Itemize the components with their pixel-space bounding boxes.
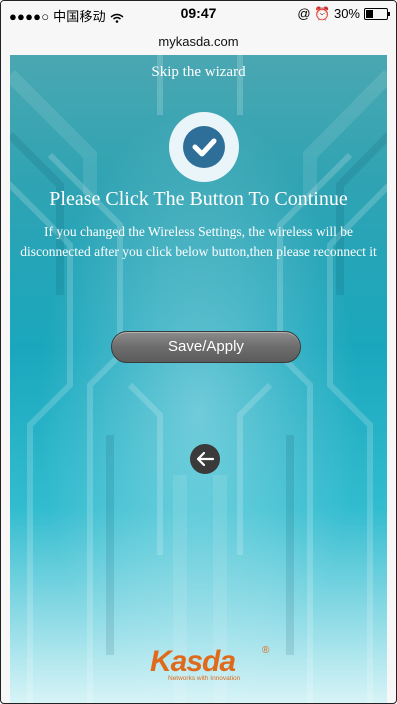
logo-brand: Kasda [150, 645, 236, 678]
url-bar[interactable]: mykasda.com [1, 34, 396, 49]
battery-icon [364, 8, 390, 20]
status-icons: @ ⏰ 30% [297, 6, 390, 22]
logo-registered: ® [262, 645, 270, 656]
page-title: Please Click The Button To Continue [49, 188, 348, 210]
phone-screen: ●●●●○ 中国移动 09:47 @ ⏰ 30% mykasda.com Ski… [0, 0, 397, 704]
status-bar: ●●●●○ 中国移动 09:47 @ ⏰ 30% [1, 1, 396, 33]
save-apply-button[interactable]: Save/Apply [111, 331, 301, 363]
checkmark-icon [168, 111, 240, 183]
skip-wizard-link[interactable]: Skip the wizard [10, 64, 387, 81]
kasda-logo: Kasda ® Networks with Innovation [150, 645, 270, 687]
logo-tagline: Networks with Innovation [168, 675, 241, 682]
status-right-text: @ ⏰ 30% [297, 6, 360, 21]
arrow-left-icon [196, 451, 215, 467]
instructions-text: If you changed the Wireless Settings, th… [20, 224, 377, 259]
back-button[interactable] [190, 444, 220, 474]
wizard-panel: Skip the wizard Please Click The Button … [10, 55, 387, 703]
